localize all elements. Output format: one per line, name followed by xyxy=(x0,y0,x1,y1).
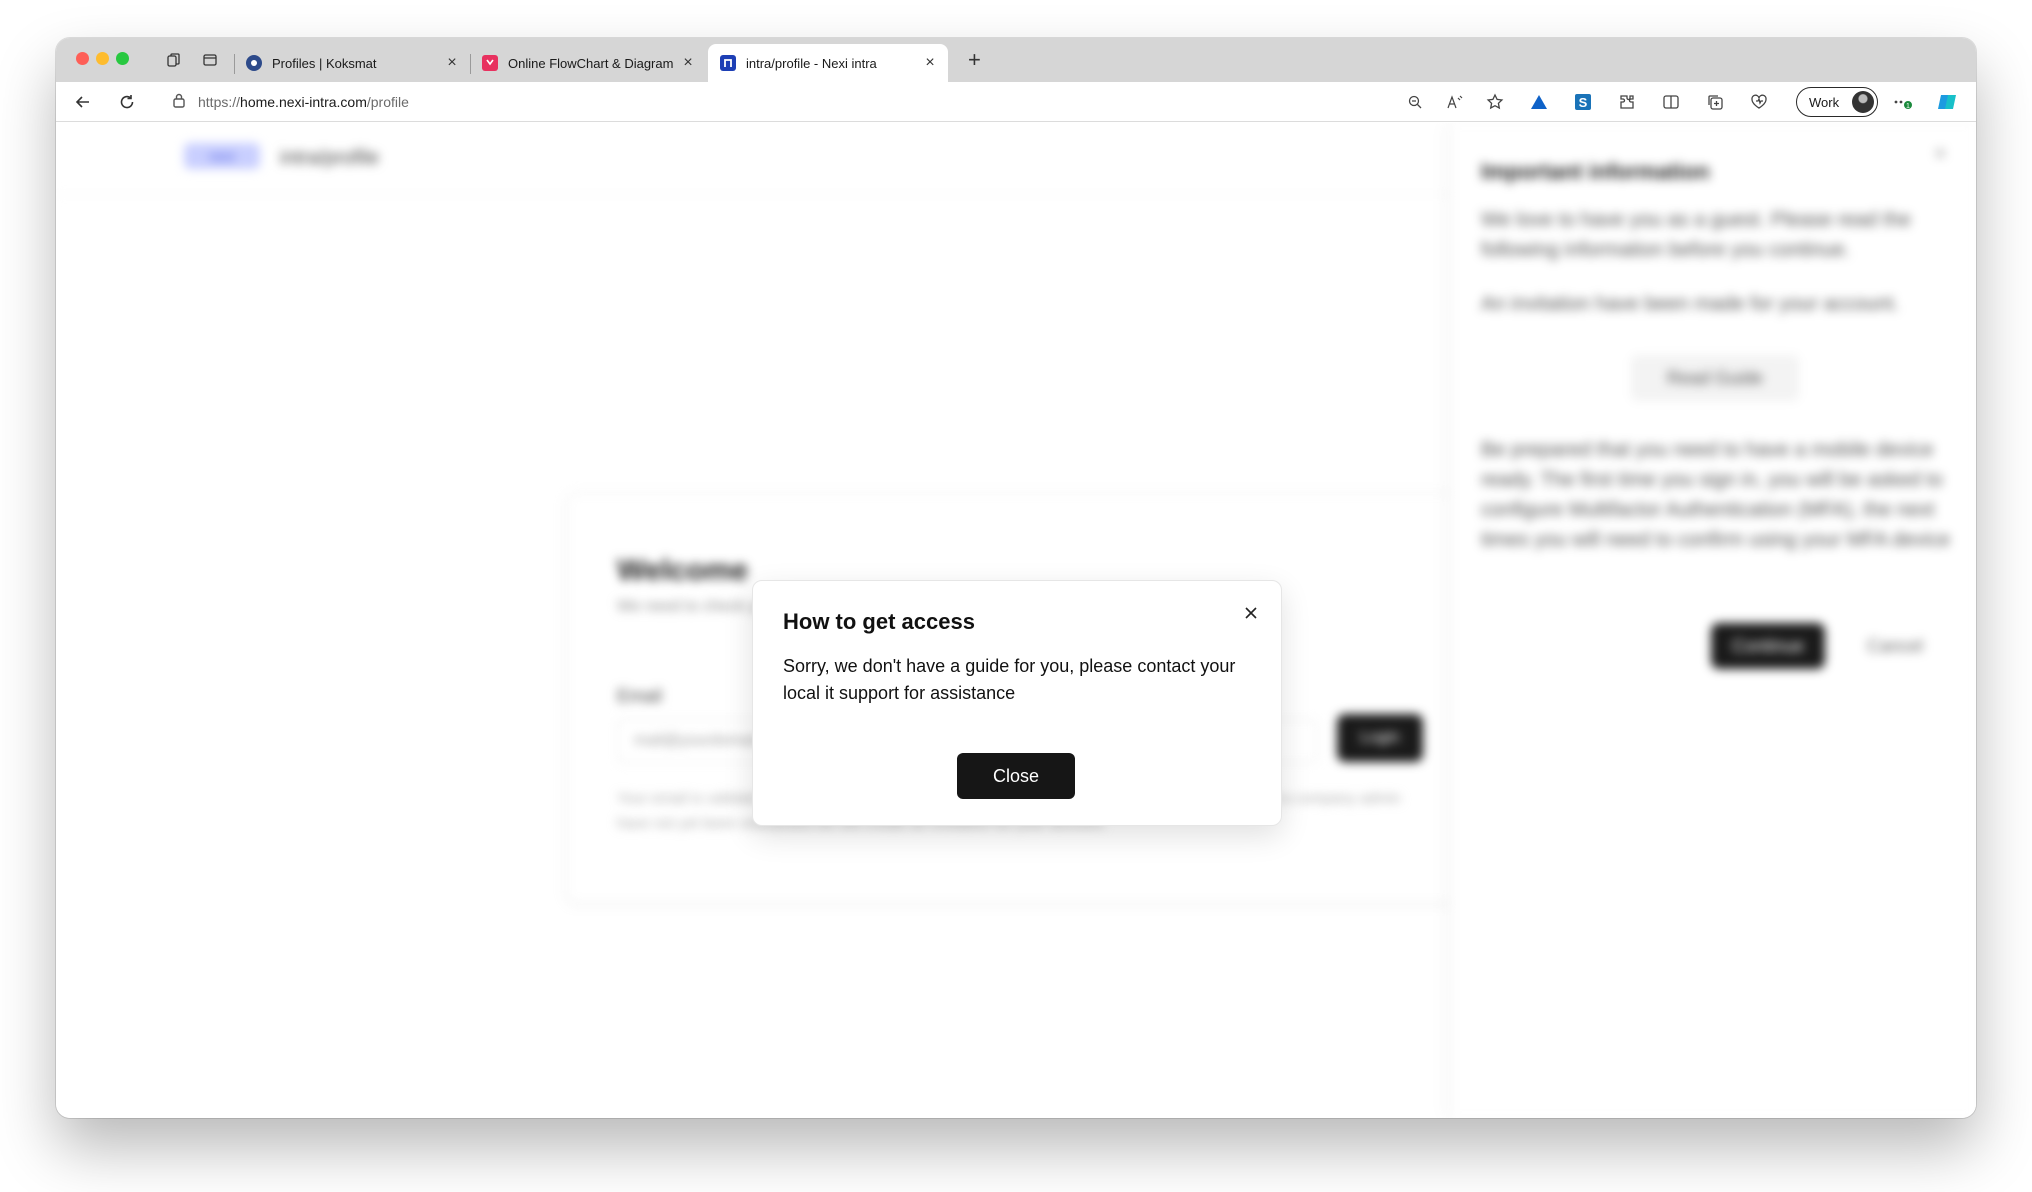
important-info-panel: Important information × We love to have … xyxy=(1450,123,1976,1118)
vertical-tabs-icon[interactable] xyxy=(200,50,220,70)
login-button[interactable]: Login xyxy=(1337,714,1423,762)
cancel-button[interactable]: Cancel xyxy=(1845,623,1945,669)
sharepoint-extension-icon[interactable]: S xyxy=(1572,91,1594,113)
favorite-star-icon[interactable] xyxy=(1484,91,1506,113)
zoom-icon[interactable] xyxy=(1404,91,1426,113)
close-tab-icon[interactable]: × xyxy=(444,55,460,71)
more-options-icon[interactable]: 1 xyxy=(1892,91,1914,113)
read-guide-button[interactable]: Read Guide xyxy=(1631,355,1799,401)
browser-toolbar: https://home.nexi-intra.com/profile S Wo… xyxy=(56,82,1976,122)
panel-close-icon[interactable]: × xyxy=(1934,143,1946,166)
url-prefix: https:// xyxy=(198,94,241,110)
continue-button[interactable]: Continue xyxy=(1711,623,1825,669)
card-title: Welcome xyxy=(617,554,749,587)
access-dialog: How to get access Sorry, we don't have a… xyxy=(752,580,1282,826)
new-tab-button[interactable]: + xyxy=(968,49,981,71)
tab-strip: Profiles | Koksmat × Online FlowChart & … xyxy=(56,38,1976,82)
url-host: home.nexi-intra.com xyxy=(240,94,367,110)
close-icon[interactable] xyxy=(1239,601,1263,625)
nexi-favicon-icon xyxy=(720,55,736,71)
page-viewport: nexi intra/profile Welcome We need to ch… xyxy=(56,123,1976,1118)
profile-button[interactable]: Work xyxy=(1796,87,1878,117)
collections-icon[interactable] xyxy=(1704,91,1726,113)
split-screen-icon[interactable] xyxy=(1660,91,1682,113)
diagrams-favicon-icon xyxy=(482,55,498,71)
profile-label: Work xyxy=(1809,94,1840,110)
panel-invite-text: An invitation have been made for your ac… xyxy=(1481,293,1900,315)
azure-extension-icon[interactable] xyxy=(1528,91,1550,113)
tab-title: intra/profile - Nexi intra xyxy=(746,55,877,71)
read-aloud-icon[interactable] xyxy=(1444,91,1466,113)
address-bar[interactable]: https://home.nexi-intra.com/profile xyxy=(156,86,1436,118)
back-icon[interactable] xyxy=(72,91,94,113)
extensions-puzzle-icon[interactable] xyxy=(1616,91,1638,113)
url-path: /profile xyxy=(366,94,409,110)
tab-title: Online FlowChart & Diagrams E xyxy=(508,55,674,71)
koksmat-favicon-icon xyxy=(246,55,262,71)
reload-icon[interactable] xyxy=(116,91,138,113)
site-path: intra/profile xyxy=(280,147,379,169)
tab-intra-profile[interactable]: intra/profile - Nexi intra × xyxy=(708,44,948,82)
dialog-message: Sorry, we don't have a guide for you, pl… xyxy=(783,656,1236,703)
avatar xyxy=(1852,91,1874,113)
svg-text:S: S xyxy=(1579,95,1588,110)
panel-title: Important information xyxy=(1481,159,1710,184)
browser-essentials-icon[interactable] xyxy=(1748,91,1770,113)
minimize-window-button[interactable] xyxy=(96,52,109,65)
close-tab-icon[interactable]: × xyxy=(680,55,696,71)
email-label: Email xyxy=(617,686,663,706)
svg-text:1: 1 xyxy=(1906,103,1910,110)
panel-mfa-text: Be prepared that you need to have a mobi… xyxy=(1481,439,1951,551)
tab-profiles[interactable]: Profiles | Koksmat × xyxy=(234,44,470,82)
panel-intro-text: We love to have you as a guest. Please r… xyxy=(1481,209,1911,261)
tab-flowchart[interactable]: Online FlowChart & Diagrams E × xyxy=(470,44,706,82)
dialog-title: How to get access xyxy=(783,609,975,634)
copilot-icon[interactable] xyxy=(1936,91,1958,113)
lock-icon[interactable] xyxy=(172,92,186,113)
close-window-button[interactable] xyxy=(76,52,89,65)
url-text: https://home.nexi-intra.com/profile xyxy=(198,94,409,110)
close-button[interactable]: Close xyxy=(957,753,1075,799)
browser-window: Profiles | Koksmat × Online FlowChart & … xyxy=(56,38,1976,1118)
maximize-window-button[interactable] xyxy=(116,52,129,65)
workspaces-icon[interactable] xyxy=(164,50,184,70)
close-tab-icon[interactable]: × xyxy=(922,55,938,71)
tab-title: Profiles | Koksmat xyxy=(272,55,377,71)
brand-logo: nexi xyxy=(184,143,260,169)
